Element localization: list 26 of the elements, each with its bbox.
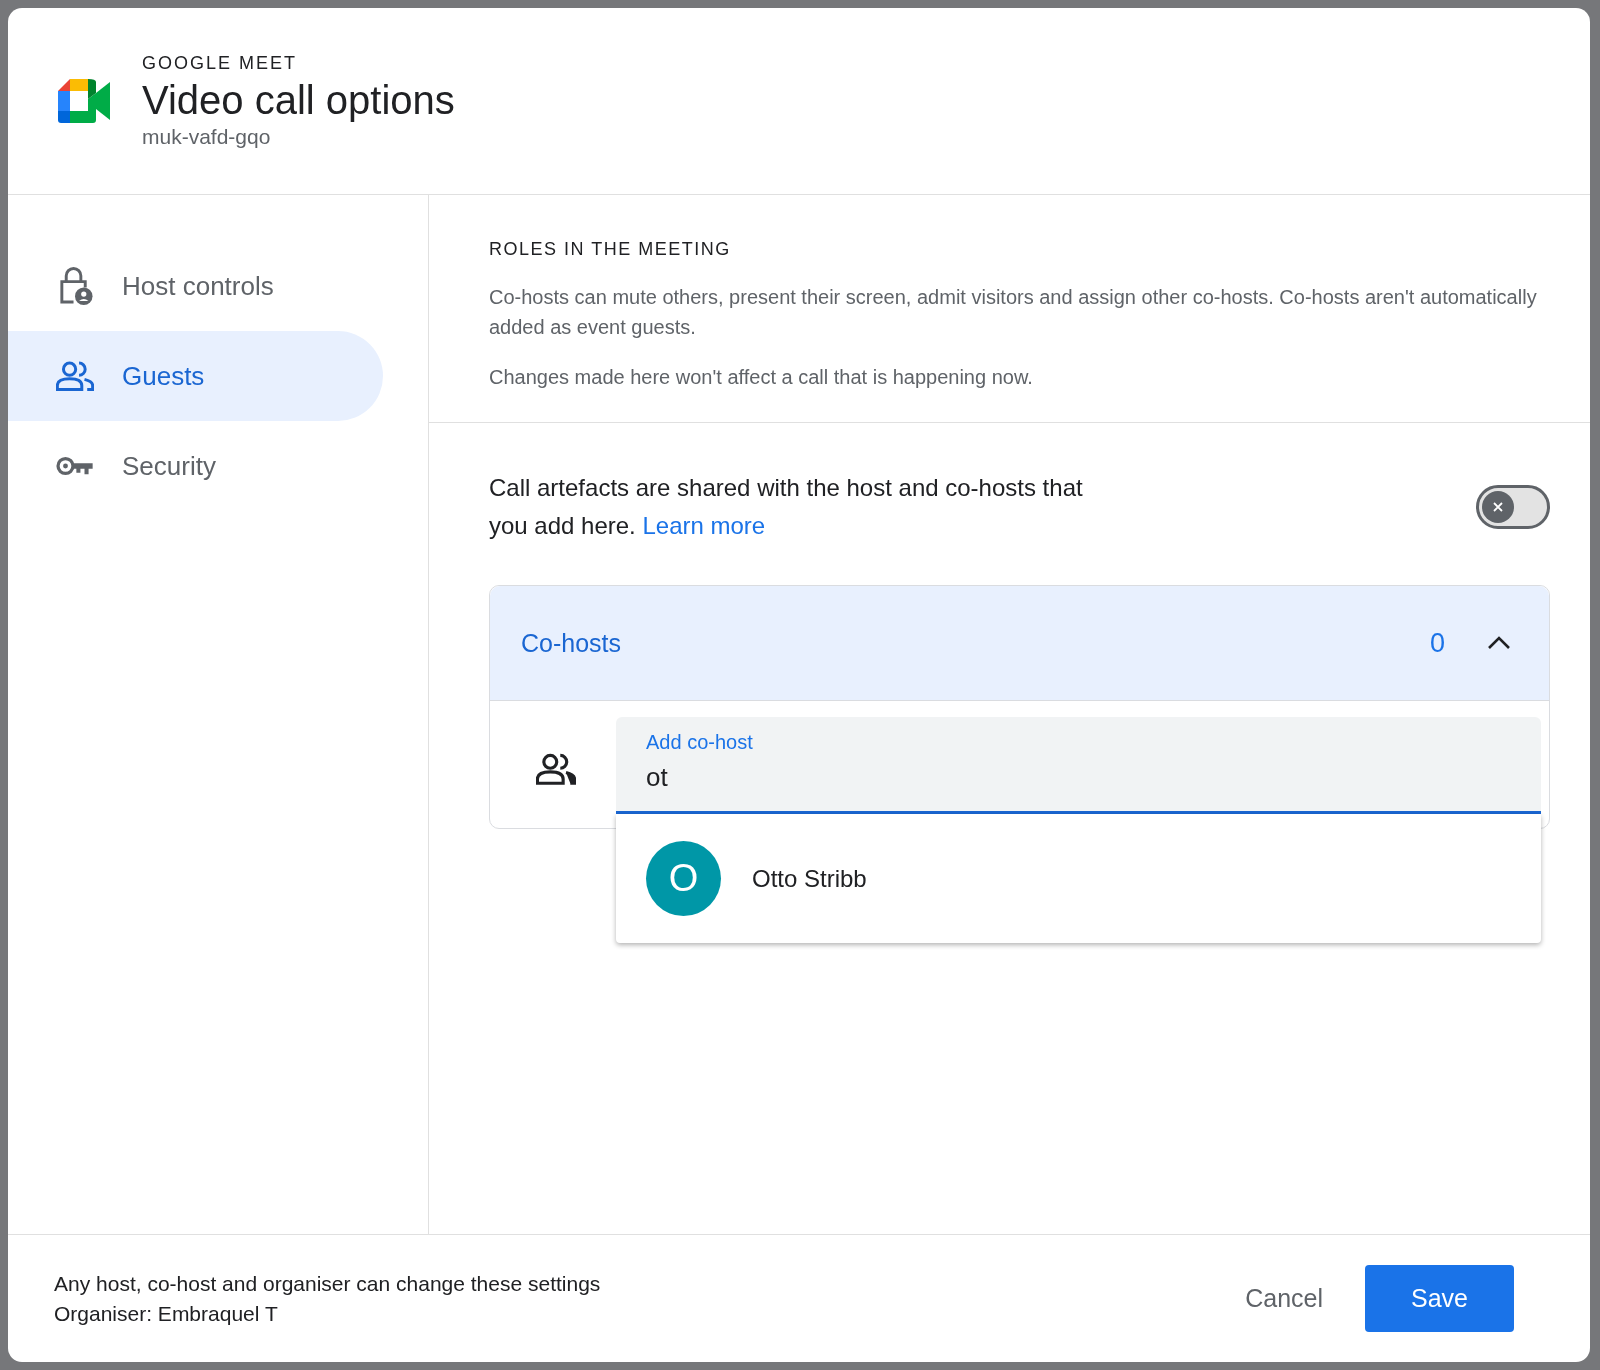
avatar: O bbox=[646, 841, 721, 916]
people-icon bbox=[536, 753, 576, 785]
sidebar-item[interactable]: Host controls bbox=[8, 241, 383, 331]
close-icon bbox=[1492, 501, 1504, 513]
co-hosts-header[interactable]: Co-hosts 0 bbox=[490, 586, 1549, 701]
add-co-host-field[interactable]: Add co-host ot bbox=[616, 717, 1541, 814]
co-hosts-count: 0 bbox=[1429, 627, 1445, 659]
footer-text: Any host, co-host and organiser can change these settings bbox=[54, 1270, 601, 1297]
meeting-code: muk-vafd-gqo bbox=[142, 125, 272, 149]
roles-description: Co-hosts can mute others, present their screen, admit visitors and assign other co-hosts. Co-hosts aren't automatically added as event guests. bbox=[489, 285, 1538, 340]
footer-text: Organiser: Embraquel T bbox=[54, 1300, 279, 1327]
toggle-switch[interactable] bbox=[1476, 485, 1550, 529]
section-heading: ROLES IN THE MEETING bbox=[489, 239, 732, 260]
save-button[interactable]: Save bbox=[1365, 1265, 1514, 1332]
app-name: GOOGLE MEET bbox=[142, 53, 299, 74]
artefacts-description: Call artefacts are shared with the host and co-hosts that you add here. Learn more bbox=[489, 473, 1084, 541]
cancel-button[interactable]: Cancel bbox=[1241, 1272, 1327, 1325]
sidebar-item[interactable]: Guests bbox=[8, 331, 383, 421]
dialog-title: Video call options bbox=[142, 78, 455, 123]
video-camera-logo-icon bbox=[58, 79, 110, 123]
learn-more-link[interactable]: Learn more bbox=[642, 512, 766, 539]
sidebar-item[interactable]: Security bbox=[8, 421, 383, 511]
roles-note: Changes made here won't affect a call that is happening now. bbox=[489, 365, 1034, 390]
chevron-icon bbox=[1487, 636, 1511, 650]
co-hosts-label: Co-hosts bbox=[521, 628, 623, 658]
suggestion-name[interactable]: Otto Stribb bbox=[752, 864, 867, 893]
